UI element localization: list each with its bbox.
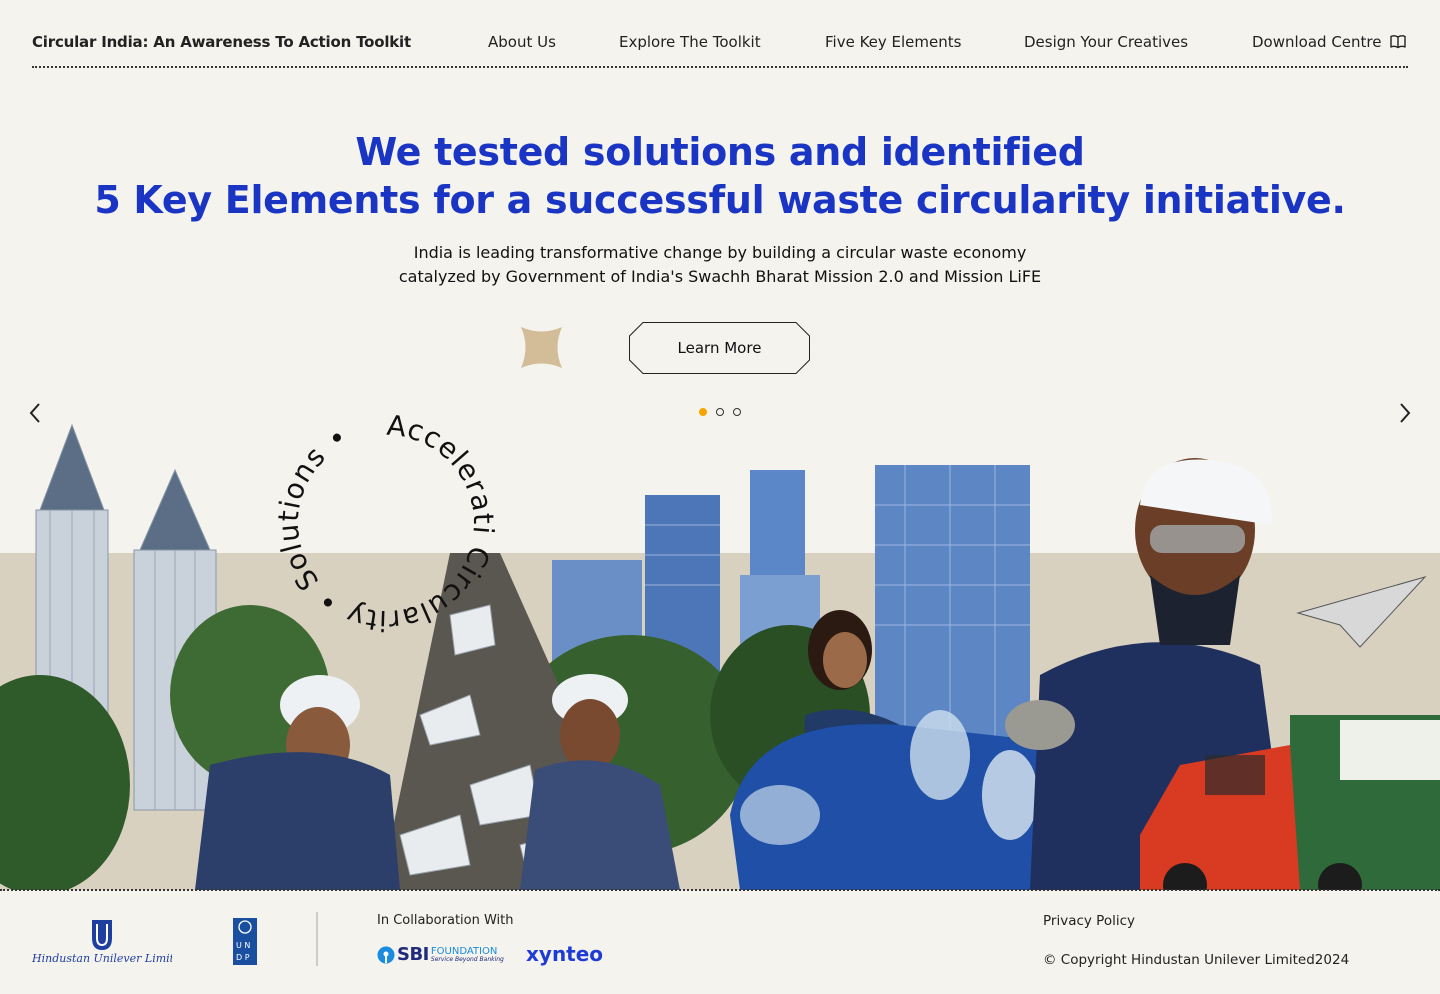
nav-five-key-elements[interactable]: Five Key Elements bbox=[825, 33, 961, 51]
nav-explore-toolkit[interactable]: Explore The Toolkit bbox=[619, 33, 761, 51]
svg-text:U N: U N bbox=[236, 941, 250, 950]
copyright-text: © Copyright Hindustan Unilever Limited20… bbox=[1043, 952, 1350, 968]
nav-download-centre[interactable]: Download Centre bbox=[1252, 33, 1406, 51]
collage-illustration: start a little good bbox=[0, 415, 1440, 890]
hul-logo[interactable]: Hindustan Unilever Limited bbox=[31, 918, 188, 968]
book-icon bbox=[1389, 35, 1406, 49]
star-shape-icon bbox=[521, 327, 562, 368]
hero-collage-image: start a little good bbox=[0, 415, 1440, 890]
sbi-foundation-logo[interactable]: SBI FOUNDATION Service Beyond Banking bbox=[377, 944, 504, 965]
undp-logo[interactable]: U N D P bbox=[233, 918, 257, 965]
svg-text:Accelerati Circularity • Solu: Accelerati Circularity • Solutions • bbox=[272, 415, 501, 637]
hero-subtitle-line2: catalyzed by Government of India's Swach… bbox=[398, 267, 1042, 286]
sbi-tagline: Service Beyond Banking bbox=[430, 955, 504, 963]
hero-headline-line1: We tested solutions and identified bbox=[355, 130, 1085, 174]
sbi-keyhole-icon bbox=[377, 946, 395, 963]
hul-emblem: Hindustan Unilever Limited bbox=[31, 920, 188, 965]
footer-separator bbox=[316, 912, 318, 966]
paper-plane bbox=[1296, 576, 1427, 648]
footer-divider bbox=[0, 889, 1440, 891]
hul-wordmark: Hindustan Unilever Limited bbox=[32, 952, 172, 964]
sbi-name: SBI bbox=[397, 944, 429, 965]
undp-emblem: U N D P bbox=[236, 920, 252, 962]
collaboration-label: In Collaboration With bbox=[377, 913, 514, 928]
nav-download-centre-label: Download Centre bbox=[1252, 33, 1382, 51]
top-nav: Circular India: An Awareness To Action T… bbox=[32, 0, 1408, 68]
svg-text:D P: D P bbox=[236, 953, 250, 962]
privacy-policy-link[interactable]: Privacy Policy bbox=[1043, 913, 1135, 929]
footer: Hindustan Unilever Limited U N D P In Co… bbox=[0, 892, 1440, 994]
hero-subtitle-line1: India is leading transformative change b… bbox=[413, 243, 1027, 262]
nav-about-us[interactable]: About Us bbox=[488, 33, 556, 51]
sbi-foundation-text: FOUNDATION bbox=[430, 945, 498, 957]
nav-design-creatives[interactable]: Design Your Creatives bbox=[1024, 33, 1188, 51]
site-title[interactable]: Circular India: An Awareness To Action T… bbox=[32, 33, 411, 51]
xynteo-logo[interactable]: xynteo bbox=[526, 942, 603, 966]
hero-headline-line2: 5 Key Elements for a successful waste ci… bbox=[94, 178, 1346, 222]
learn-more-button[interactable]: Learn More bbox=[629, 322, 810, 374]
circular-text-ring: Accelerati Circularity • Solutions • bbox=[272, 415, 501, 637]
